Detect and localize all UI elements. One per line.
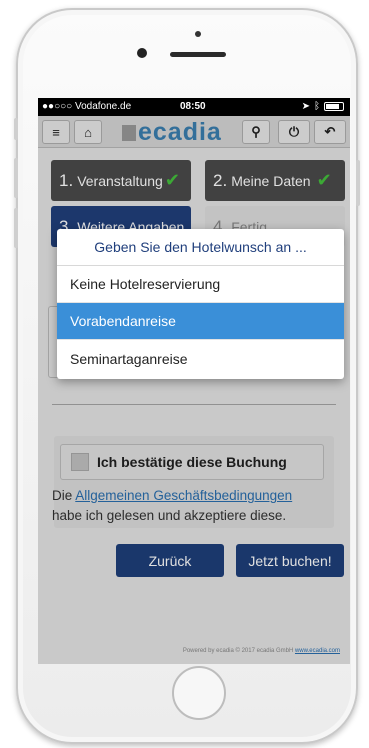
location-icon: ➤ — [301, 101, 310, 112]
status-bar: ●●○○○ Vodafone.de 08:50 ➤ ᛒ — [38, 98, 350, 116]
dropdown-title: Geben Sie den Hotelwunsch an ... — [57, 229, 344, 266]
mute-switch — [14, 118, 18, 140]
power-button — [356, 160, 360, 206]
modal-backdrop[interactable] — [38, 116, 350, 664]
dropdown-option[interactable]: Seminartaganreise — [57, 340, 344, 377]
app-content: ≡ ⌂ ecadia ⚲ ⏻ ↶ 1. Veranstaltung ✔ 2. M… — [38, 116, 350, 664]
dropdown-option-selected[interactable]: Vorabendanreise — [57, 303, 344, 340]
home-button[interactable] — [172, 666, 226, 720]
earpiece-speaker — [170, 52, 226, 57]
bluetooth-icon: ᛒ — [314, 101, 320, 112]
volume-up-button — [14, 158, 18, 198]
volume-down-button — [14, 208, 18, 248]
dropdown-option[interactable]: Keine Hotelreservierung — [57, 266, 344, 303]
clock: 08:50 — [180, 101, 206, 112]
hotel-select-dropdown: Geben Sie den Hotelwunsch an ... Keine H… — [57, 229, 344, 379]
phone-screen: ●●○○○ Vodafone.de 08:50 ➤ ᛒ ≡ ⌂ ecadia ⚲… — [38, 98, 350, 664]
carrier-label: ●●○○○ Vodafone.de — [42, 101, 132, 112]
status-icons: ➤ ᛒ — [302, 101, 344, 112]
battery-icon — [324, 102, 344, 111]
proximity-sensor — [195, 31, 201, 37]
front-camera — [137, 48, 147, 58]
